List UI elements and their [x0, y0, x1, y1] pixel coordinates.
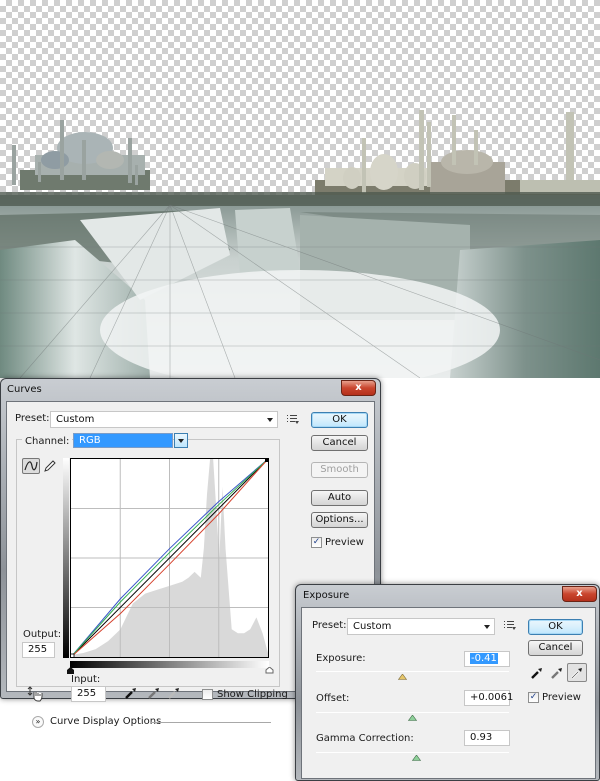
curve-point-tool[interactable]: [22, 458, 40, 474]
exposure-value-field[interactable]: -0.41: [464, 651, 510, 667]
gamma-correction-label: Gamma Correction:: [316, 733, 414, 744]
chevron-down-icon: [484, 625, 490, 629]
exposure-cancel-button[interactable]: Cancel: [528, 640, 583, 656]
channel-value: RGB: [79, 435, 101, 446]
input-label: Input:: [71, 674, 101, 685]
exposure-slider-track[interactable]: [316, 671, 509, 672]
white-eyedropper-button[interactable]: [567, 663, 587, 682]
input-field[interactable]: 255: [71, 686, 106, 702]
output-label: Output:: [23, 629, 62, 640]
black-eyedropper-icon[interactable]: [530, 666, 544, 680]
expand-options-button[interactable]: »: [32, 716, 44, 728]
show-clipping-label: Show Clipping: [217, 689, 288, 700]
offset-value-field[interactable]: +0.0061: [464, 690, 514, 706]
gamma-slider-track[interactable]: [316, 752, 509, 753]
black-eyedropper-icon[interactable]: [124, 686, 138, 700]
show-clipping-checkbox[interactable]: [202, 689, 213, 700]
exposure-ok-button[interactable]: OK: [528, 619, 583, 635]
gamma-slider-thumb[interactable]: [411, 755, 421, 761]
curves-close-button[interactable]: x: [341, 380, 376, 396]
chevron-down-icon: [178, 439, 184, 443]
right-mosque: [315, 110, 600, 198]
exposure-value: -0.41: [470, 653, 498, 664]
white-eyedropper-icon: [571, 668, 582, 679]
on-image-adjust-hand-icon[interactable]: [27, 686, 43, 702]
curves-ok-button[interactable]: OK: [311, 412, 368, 428]
exposure-close-button[interactable]: x: [562, 586, 597, 602]
input-gradient-bar: [70, 661, 269, 668]
offset-label: Offset:: [316, 693, 350, 704]
document-canvas[interactable]: [0, 0, 600, 378]
divider: [151, 722, 271, 723]
curves-preview-checkbox[interactable]: ✓: [311, 537, 322, 548]
exposure-preset-dropdown[interactable]: Custom: [347, 618, 495, 635]
exposure-preset-options-icon[interactable]: [504, 621, 516, 631]
gamma-value-field[interactable]: 0.93: [464, 730, 510, 746]
curves-preset-label: Preset:: [15, 413, 50, 424]
curves-preset-dropdown[interactable]: Custom: [50, 411, 278, 428]
exposure-preview-checkbox[interactable]: ✓: [528, 692, 539, 703]
curve-display-options-label: Curve Display Options: [50, 716, 162, 727]
black-point-slider[interactable]: [66, 667, 75, 674]
input-value: 255: [77, 688, 97, 699]
curves-cancel-button[interactable]: Cancel: [311, 435, 368, 451]
exposure-slider-thumb[interactable]: [398, 674, 408, 680]
curves-titlebar[interactable]: Curves x: [1, 379, 380, 401]
curves-auto-button[interactable]: Auto: [311, 490, 368, 506]
output-field[interactable]: 255: [22, 642, 55, 658]
output-value: 255: [28, 644, 48, 655]
exposure-preset-label: Preset:: [312, 620, 347, 631]
exposure-label: Exposure:: [316, 653, 366, 664]
curves-preset-value: Custom: [56, 414, 95, 425]
gamma-value: 0.93: [470, 732, 493, 743]
curves-preview-label: Preview: [325, 537, 364, 548]
pencil-icon[interactable]: [43, 459, 57, 473]
curves-smooth-button[interactable]: Smooth: [311, 462, 368, 478]
exposure-titlebar[interactable]: Exposure x: [296, 585, 599, 607]
exposure-title: Exposure: [303, 590, 350, 601]
curve-icon: [24, 461, 38, 471]
curves-graph[interactable]: [70, 458, 269, 658]
exposure-dialog: Exposure x Preset: Custom OK Cancel ✓ Pr…: [295, 584, 600, 781]
curves-options-button[interactable]: Options...: [311, 512, 368, 528]
white-eyedropper-icon[interactable]: [167, 686, 181, 700]
output-gradient-bar: [63, 458, 69, 658]
chevron-down-icon: [267, 418, 273, 422]
exposure-preset-value: Custom: [353, 621, 392, 632]
channel-dropdown[interactable]: RGB: [73, 433, 173, 448]
white-point-slider[interactable]: [265, 667, 274, 674]
preset-options-menu-icon[interactable]: [287, 415, 299, 425]
exposure-client: Preset: Custom OK Cancel ✓ Preview Expos…: [301, 607, 596, 779]
offset-value: +0.0061: [470, 692, 514, 703]
channel-dropdown-button[interactable]: [174, 433, 188, 448]
channel-label: Channel:: [22, 436, 73, 447]
exposure-preview-label: Preview: [542, 692, 581, 703]
gray-eyedropper-icon[interactable]: [147, 686, 161, 700]
composite-photo: [0, 110, 600, 378]
left-mosque: [12, 120, 150, 190]
offset-slider-thumb[interactable]: [408, 715, 417, 721]
gray-eyedropper-icon[interactable]: [550, 666, 564, 680]
curves-title: Curves: [7, 384, 42, 395]
offset-slider-track[interactable]: [316, 712, 509, 713]
